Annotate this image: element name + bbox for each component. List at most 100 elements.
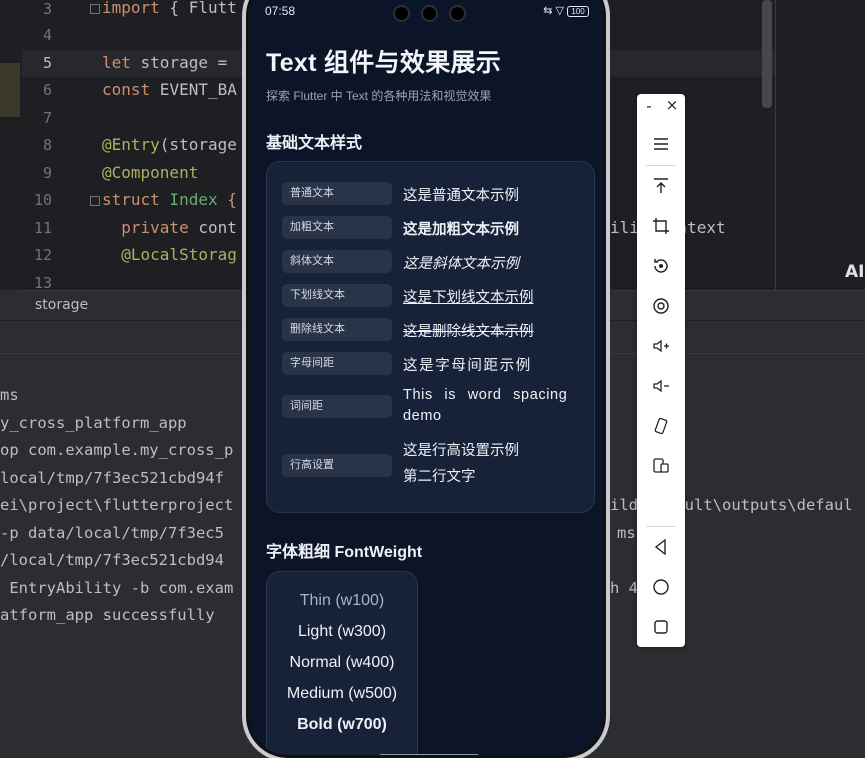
code-keyword: struct xyxy=(102,190,160,209)
rotate-icon xyxy=(654,259,668,273)
code-line: @Entry(storage xyxy=(102,135,237,154)
section-title-basic: 基础文本样式 xyxy=(266,135,363,152)
right-tool-pane xyxy=(775,0,865,290)
multi-screen-icon xyxy=(653,458,669,473)
style-sample-line1: 这是行高设置示例 xyxy=(403,443,519,459)
style-sample: 这是删除线文本示例 xyxy=(403,324,534,340)
toolbar-divider xyxy=(646,526,676,527)
style-sample: 这是斜体文本示例 xyxy=(403,256,519,272)
weight-sample-normal: Normal (w400) xyxy=(289,654,395,671)
style-label: 行高设置 xyxy=(282,454,392,477)
code-text: { Flutt xyxy=(159,0,237,17)
line-number: 5 xyxy=(42,54,52,72)
code-keyword: private xyxy=(102,218,189,237)
weight-sample-medium: Medium (w500) xyxy=(286,685,398,702)
volume-up-button[interactable] xyxy=(637,328,685,364)
volume-down-button[interactable] xyxy=(637,368,685,404)
emulator-toolbar: - × xyxy=(637,94,685,647)
home-button[interactable] xyxy=(637,569,685,605)
code-text: (storage xyxy=(159,135,237,154)
pin-top-icon xyxy=(654,178,668,193)
weight-sample-bold: Bold (w700) xyxy=(297,716,387,733)
line-number: 4 xyxy=(42,26,52,44)
gutter-change-marker xyxy=(0,63,20,117)
style-label: 下划线文本 xyxy=(282,284,392,307)
fold-marker[interactable] xyxy=(90,196,100,206)
console-line: atform_app successfully xyxy=(0,606,224,624)
style-sample: 这是普通文本示例 xyxy=(403,188,519,204)
line-number: 6 xyxy=(42,81,52,99)
style-sample: This is word spacing demo xyxy=(403,387,568,424)
console-line: local/tmp/7f3ec521cbd94f xyxy=(0,469,224,487)
console-line: /local/tmp/7f3ec521cbd94 xyxy=(0,551,224,569)
style-label: 加粗文本 xyxy=(282,216,392,239)
code-text: cont xyxy=(188,218,237,237)
menu-button[interactable] xyxy=(637,126,685,162)
console-line: -p data/local/tmp/7f3ec5 xyxy=(0,524,224,542)
crop-icon xyxy=(653,218,669,234)
phone-screen[interactable]: 07:58 ⇆ ▽ 100 Text 组件与效果展示 探索 Flutter 中 … xyxy=(246,0,606,758)
close-button[interactable]: × xyxy=(665,96,679,114)
section-title-fontweight: 字体粗细 FontWeight xyxy=(266,544,423,561)
console-line: y_cross_platform_app xyxy=(0,414,187,432)
style-label: 字母间距 xyxy=(282,352,392,375)
style-label: 删除线文本 xyxy=(282,318,392,341)
line-number: 10 xyxy=(33,191,52,209)
toolbar-divider xyxy=(646,165,676,166)
code-keyword: const xyxy=(102,80,151,99)
console-line-fragment: ms xyxy=(617,524,636,542)
back-button[interactable] xyxy=(637,529,685,565)
rotate-device-button[interactable] xyxy=(637,408,685,444)
screenshot-icon xyxy=(653,298,669,314)
style-label: 斜体文本 xyxy=(282,250,392,273)
line-number: 8 xyxy=(42,136,52,154)
crop-button[interactable] xyxy=(637,208,685,244)
line-number: 9 xyxy=(42,164,52,182)
code-text: EVENT_BA xyxy=(150,80,237,99)
volume-up-icon xyxy=(653,339,669,353)
style-sample: 这是下划线文本示例 xyxy=(403,290,534,306)
code-line: struct Index { xyxy=(102,190,237,209)
code-text: storage = xyxy=(130,53,237,72)
volume-down-icon xyxy=(653,379,669,393)
back-icon xyxy=(654,538,666,556)
fontweight-card: Thin (w100) Light (w300) Normal (w400) M… xyxy=(266,571,418,755)
screenshot-button[interactable] xyxy=(637,288,685,324)
style-sample: 这是加粗文本示例 xyxy=(403,222,519,238)
rotate-device-icon xyxy=(654,417,668,435)
breadcrumb[interactable]: storage xyxy=(35,297,88,313)
code-keyword: let xyxy=(102,53,131,72)
line-number: 11 xyxy=(33,219,52,237)
code-line: const EVENT_BA xyxy=(102,80,237,99)
code-line: let storage = xyxy=(102,53,237,72)
page-title: Text 组件与效果展示 xyxy=(266,49,502,77)
pin-top-button[interactable] xyxy=(637,168,685,204)
multi-screen-button[interactable] xyxy=(637,448,685,484)
rotate-button[interactable] xyxy=(637,248,685,284)
page-subtitle: 探索 Flutter 中 Text 的各种用法和视觉效果 xyxy=(266,89,492,103)
style-label: 词间距 xyxy=(282,395,392,418)
code-line: import { Flutt xyxy=(102,0,237,17)
phone-emulator-frame: 07:58 ⇆ ▽ 100 Text 组件与效果展示 探索 Flutter 中 … xyxy=(242,0,610,758)
line-number: 12 xyxy=(33,246,52,264)
minimize-button[interactable]: - xyxy=(642,97,656,115)
style-label: 普通文本 xyxy=(282,182,392,205)
home-indicator[interactable] xyxy=(379,754,479,755)
code-line: @Component xyxy=(102,163,198,182)
recents-icon xyxy=(654,620,668,634)
editor-scrollbar[interactable] xyxy=(762,0,772,108)
code-keyword: import xyxy=(102,0,160,17)
home-icon xyxy=(653,579,669,595)
code-line: @LocalStorag xyxy=(102,245,237,264)
fold-marker[interactable] xyxy=(90,4,100,14)
recents-button[interactable] xyxy=(637,609,685,645)
basic-style-card: 普通文本 这是普通文本示例 加粗文本 这是加粗文本示例 斜体文本 这是斜体文本示… xyxy=(266,161,595,513)
toolbar-header: - × xyxy=(637,94,685,122)
menu-icon xyxy=(654,138,668,150)
console-line: EntryAbility -b com.exam xyxy=(0,579,234,597)
line-number: 7 xyxy=(42,109,52,127)
code-annotation: @LocalStorag xyxy=(102,245,237,264)
ai-assistant-label[interactable]: AI xyxy=(845,262,864,282)
style-sample: 这是字母间距示例 xyxy=(403,358,532,374)
console-line: ei\project\flutterproject xyxy=(0,496,234,514)
